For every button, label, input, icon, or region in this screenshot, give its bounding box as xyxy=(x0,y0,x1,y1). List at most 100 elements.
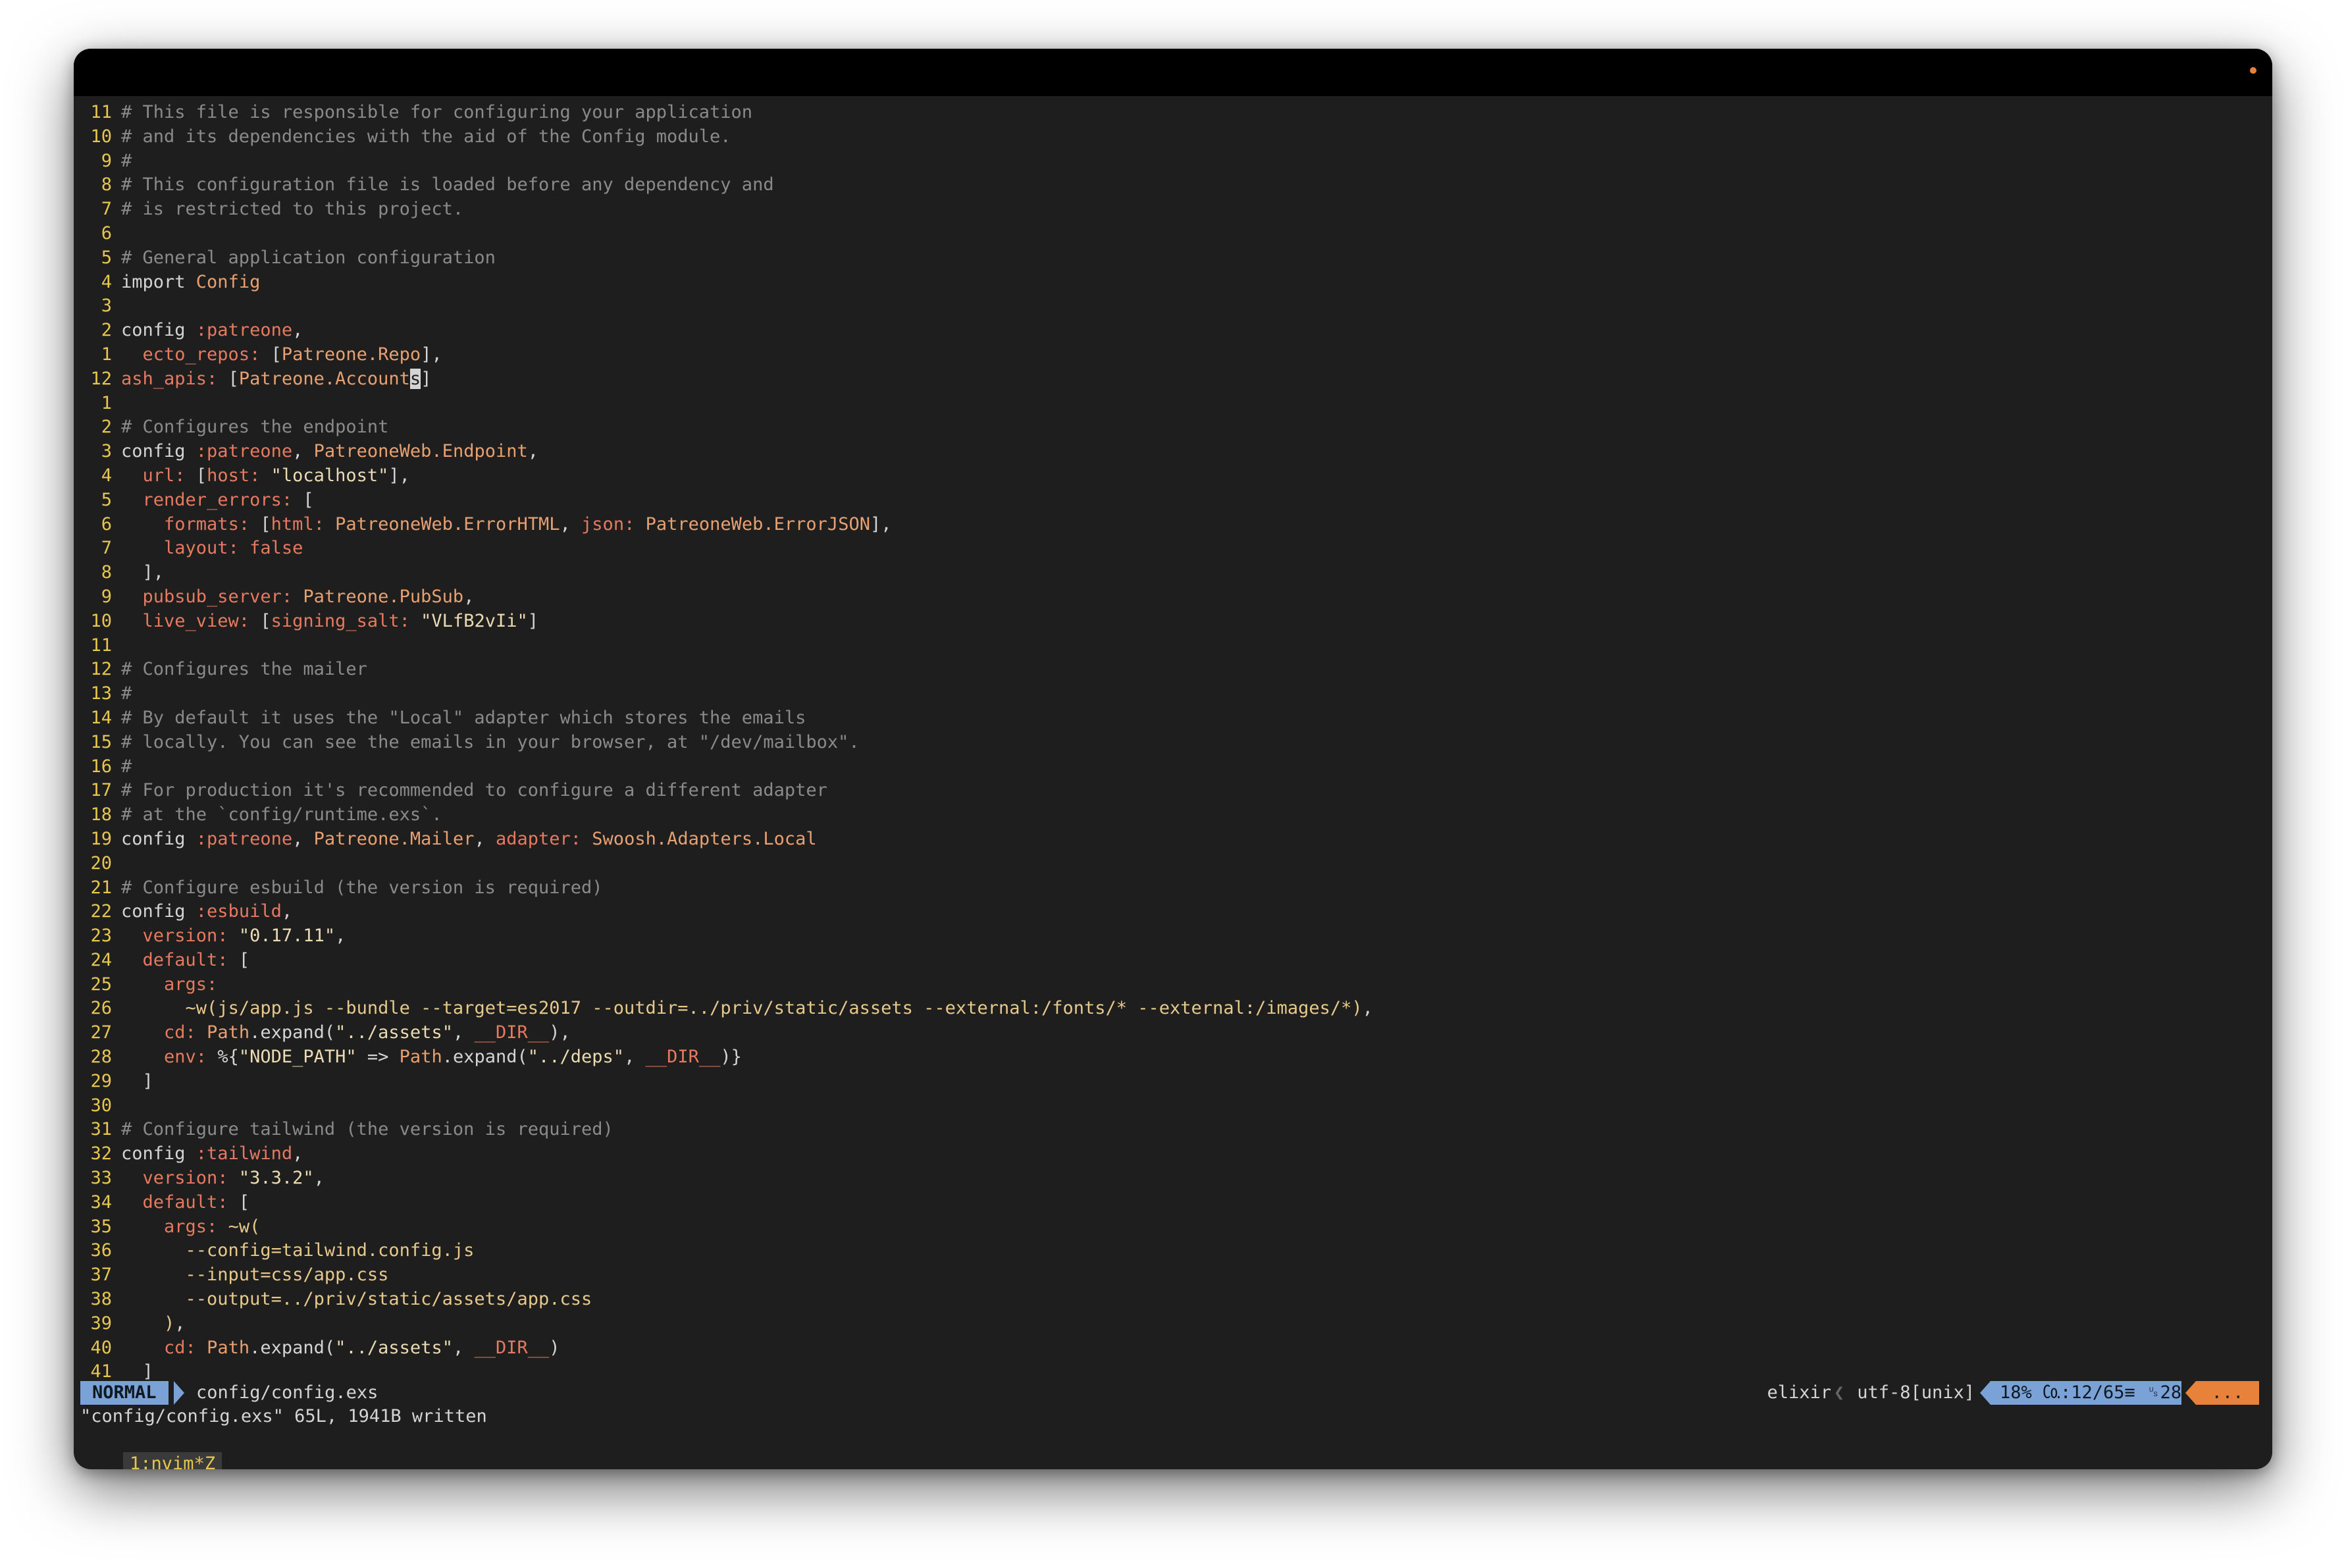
code-token: Patreone.PubSub xyxy=(303,586,464,607)
code-token: "../deps" xyxy=(527,1047,625,1068)
code-token: .expand( xyxy=(249,1022,336,1043)
line-number: 3 xyxy=(101,296,112,317)
line-code: env: %{"NODE_PATH" => Path.expand("../de… xyxy=(121,1045,742,1070)
code-line[interactable]: 10 # and its dependencies with the aid of… xyxy=(74,125,2272,149)
line-number: 24 xyxy=(90,949,112,970)
code-line[interactable]: 3 xyxy=(74,294,2272,319)
line-number: 8 xyxy=(101,562,112,583)
line-number: 37 xyxy=(90,1265,112,1286)
code-token: args: xyxy=(164,974,218,995)
code-line[interactable]: 7 # is restricted to this project. xyxy=(74,197,2272,222)
code-token: Patreone.Mailer xyxy=(313,828,475,849)
code-line[interactable]: 9 pubsub_server: Patreone.PubSub, xyxy=(74,585,2272,610)
code-line[interactable]: 26 ~w(js/app.js --bundle --target=es2017… xyxy=(74,997,2272,1021)
code-line[interactable]: 4 url: [host: "localhost"], xyxy=(74,464,2272,488)
code-line[interactable]: 18 # at the `config/runtime.exs`. xyxy=(74,803,2272,827)
code-line[interactable]: 20 xyxy=(74,852,2272,876)
code-line[interactable]: 17 # For production it's recommended to c… xyxy=(74,779,2272,803)
code-token: , xyxy=(452,1337,475,1358)
code-line[interactable]: 32 config :tailwind, xyxy=(74,1142,2272,1166)
code-token: config xyxy=(121,828,196,849)
code-line[interactable]: 11 xyxy=(74,634,2272,658)
line-code: default: [ xyxy=(121,1191,250,1215)
line-code: --input=css/app.css xyxy=(121,1263,389,1288)
line-number: 27 xyxy=(90,1022,112,1043)
line-number: 29 xyxy=(90,1070,112,1091)
code-line[interactable]: 39 ), xyxy=(74,1312,2272,1336)
code-line[interactable]: 1 xyxy=(74,392,2272,416)
code-line[interactable]: 4 import Config xyxy=(74,271,2272,295)
code-line[interactable]: 8 # This configuration file is loaded bef… xyxy=(74,173,2272,197)
code-token: ] xyxy=(121,1361,153,1382)
code-line[interactable]: 12 # Configures the mailer xyxy=(74,658,2272,682)
code-line[interactable]: 24 default: [ xyxy=(74,949,2272,973)
line-number: 13 xyxy=(90,683,112,704)
code-line[interactable]: 34 default: [ xyxy=(74,1191,2272,1215)
code-token: --input=css/app.css xyxy=(121,1265,389,1286)
code-line[interactable]: 6 xyxy=(74,222,2272,246)
code-line[interactable]: 38 --output=../priv/static/assets/app.cs… xyxy=(74,1288,2272,1312)
code-line[interactable]: 30 xyxy=(74,1094,2272,1118)
code-line[interactable]: 14 # By default it uses the "Local" adapt… xyxy=(74,706,2272,731)
line-number: 17 xyxy=(90,780,112,801)
text-cursor: s xyxy=(409,368,421,389)
code-line[interactable]: 3 config :patreone, PatreoneWeb.Endpoint, xyxy=(74,440,2272,464)
code-token: false xyxy=(249,538,303,559)
code-line[interactable]: 10 live_view: [signing_salt: "VLfB2vIi"] xyxy=(74,610,2272,634)
code-token: :patreone xyxy=(195,441,293,462)
code-token: ], xyxy=(388,465,410,486)
tmux-window-tab[interactable]: 1:nvim*Z xyxy=(123,1452,222,1469)
code-token: )} xyxy=(720,1047,742,1068)
code-line[interactable]: 12 ash_apis: [Patreone.Accounts] xyxy=(74,367,2272,392)
code-line[interactable]: 2 # Configures the endpoint xyxy=(74,415,2272,440)
code-line[interactable]: 40 cd: Path.expand("../assets", __DIR__) xyxy=(74,1336,2272,1361)
code-line[interactable]: 33 version: "3.3.2", xyxy=(74,1166,2272,1191)
code-line[interactable]: 25 args: xyxy=(74,973,2272,997)
line-code: # xyxy=(121,755,132,779)
code-line[interactable]: 1 ecto_repos: [Patreone.Repo], xyxy=(74,343,2272,367)
line-code: # xyxy=(121,149,132,174)
code-line[interactable]: 28 env: %{"NODE_PATH" => Path.expand("..… xyxy=(74,1045,2272,1070)
code-line[interactable]: 31 # Configure tailwind (the version is r… xyxy=(74,1118,2272,1142)
line-code: config :esbuild, xyxy=(121,900,292,924)
line-code: cd: Path.expand("../assets", __DIR__), xyxy=(121,1021,571,1045)
code-token: , xyxy=(174,1313,186,1334)
code-token: Swoosh.Adapters.Local xyxy=(592,828,817,849)
code-token: "VLfB2vIi" xyxy=(421,610,528,631)
code-line[interactable]: 36 --config=tailwind.config.js xyxy=(74,1239,2272,1263)
line-number: 36 xyxy=(90,1240,112,1261)
code-line[interactable]: 37 --input=css/app.css xyxy=(74,1263,2272,1288)
code-line[interactable]: 21 # Configure esbuild (the version is re… xyxy=(74,876,2272,901)
line-code: url: [host: "localhost"], xyxy=(121,464,410,488)
code-line[interactable]: 27 cd: Path.expand("../assets", __DIR__)… xyxy=(74,1021,2272,1045)
code-line[interactable]: 35 args: ~w( xyxy=(74,1215,2272,1240)
code-token: "3.3.2" xyxy=(238,1168,314,1189)
code-token: # is restricted to this project. xyxy=(121,199,464,220)
code-line[interactable]: 15 # locally. You can see the emails in y… xyxy=(74,731,2272,755)
code-line[interactable]: 8 ], xyxy=(74,561,2272,585)
code-token: ] xyxy=(421,368,432,389)
code-line[interactable]: 6 formats: [html: PatreoneWeb.ErrorHTML,… xyxy=(74,513,2272,537)
line-number: 40 xyxy=(90,1337,112,1358)
code-token: config xyxy=(121,441,196,462)
line-number: 34 xyxy=(90,1191,112,1213)
code-token: PatreoneWeb.ErrorHTML xyxy=(335,513,560,535)
code-line[interactable]: 5 # General application configuration xyxy=(74,246,2272,271)
code-line[interactable]: 22 config :esbuild, xyxy=(74,900,2272,924)
code-line[interactable]: 23 version: "0.17.11", xyxy=(74,924,2272,949)
code-line[interactable]: 5 render_errors: [ xyxy=(74,488,2272,513)
code-line[interactable]: 9 # xyxy=(74,149,2272,174)
code-token: [ xyxy=(260,513,271,535)
code-token: ] xyxy=(527,610,538,631)
code-line[interactable]: 19 config :patreone, Patreone.Mailer, ada… xyxy=(74,827,2272,852)
code-line[interactable]: 13 # xyxy=(74,682,2272,706)
code-line[interactable]: 11 # This file is responsible for configu… xyxy=(74,101,2272,125)
code-line[interactable]: 16 # xyxy=(74,755,2272,779)
code-editor[interactable]: 11 # This file is responsible for configu… xyxy=(74,101,2272,1384)
code-line[interactable]: 7 layout: false xyxy=(74,536,2272,561)
code-line[interactable]: 2 config :patreone, xyxy=(74,319,2272,343)
code-line[interactable]: 29 ] xyxy=(74,1070,2272,1094)
code-token: [ xyxy=(238,1191,250,1213)
